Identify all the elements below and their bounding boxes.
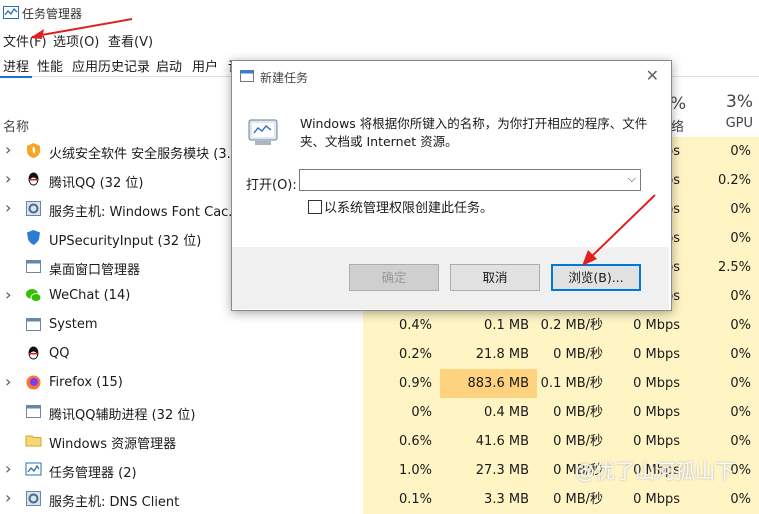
annotation-arrowhead-file [30,29,44,39]
annotation-arrow-file [35,18,133,37]
annotation-arrow-browse [589,194,656,259]
annotation-arrows [30,18,656,266]
watermark: @优了山河孤山下 [575,459,735,483]
